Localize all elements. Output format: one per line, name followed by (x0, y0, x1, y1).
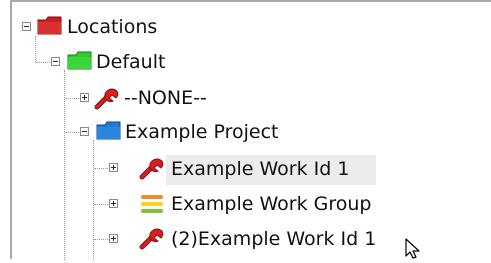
tree-node-label[interactable]: Default (96, 49, 165, 75)
expand-toggle[interactable] (109, 163, 118, 172)
stacked-bars-icon (139, 192, 165, 220)
blue-folder-icon (96, 121, 122, 145)
collapse-toggle[interactable] (51, 57, 60, 66)
red-wrench-icon (139, 226, 165, 254)
expand-toggle[interactable] (80, 93, 89, 102)
expand-toggle[interactable] (109, 199, 118, 208)
expand-toggle[interactable] (109, 234, 118, 243)
tree-connector (36, 62, 52, 63)
green-folder-icon (67, 51, 93, 75)
tree-node-label[interactable]: (2)Example Work Id 1 (171, 226, 376, 252)
tree-node-label[interactable]: --NONE-- (124, 85, 207, 111)
tree-node-label[interactable]: Locations (67, 14, 157, 40)
mouse-cursor-icon (405, 238, 423, 263)
collapse-toggle[interactable] (80, 127, 89, 136)
red-wrench-icon (94, 86, 120, 114)
red-wrench-icon (139, 156, 165, 184)
tree-node-label[interactable]: Example Work Id 1 (171, 156, 349, 182)
tree-connector (94, 239, 110, 240)
tree-connector (35, 36, 36, 62)
tree-connector (65, 132, 81, 133)
tree-connector (65, 98, 81, 99)
tree-connector (94, 168, 110, 169)
tree-connector (94, 204, 110, 205)
red-folder-icon (37, 16, 63, 40)
tree-node-label[interactable]: Example Project (125, 119, 278, 145)
tree-connector (93, 140, 94, 260)
collapse-toggle[interactable] (22, 22, 31, 31)
tree-node-label[interactable]: Example Work Group (171, 191, 371, 217)
